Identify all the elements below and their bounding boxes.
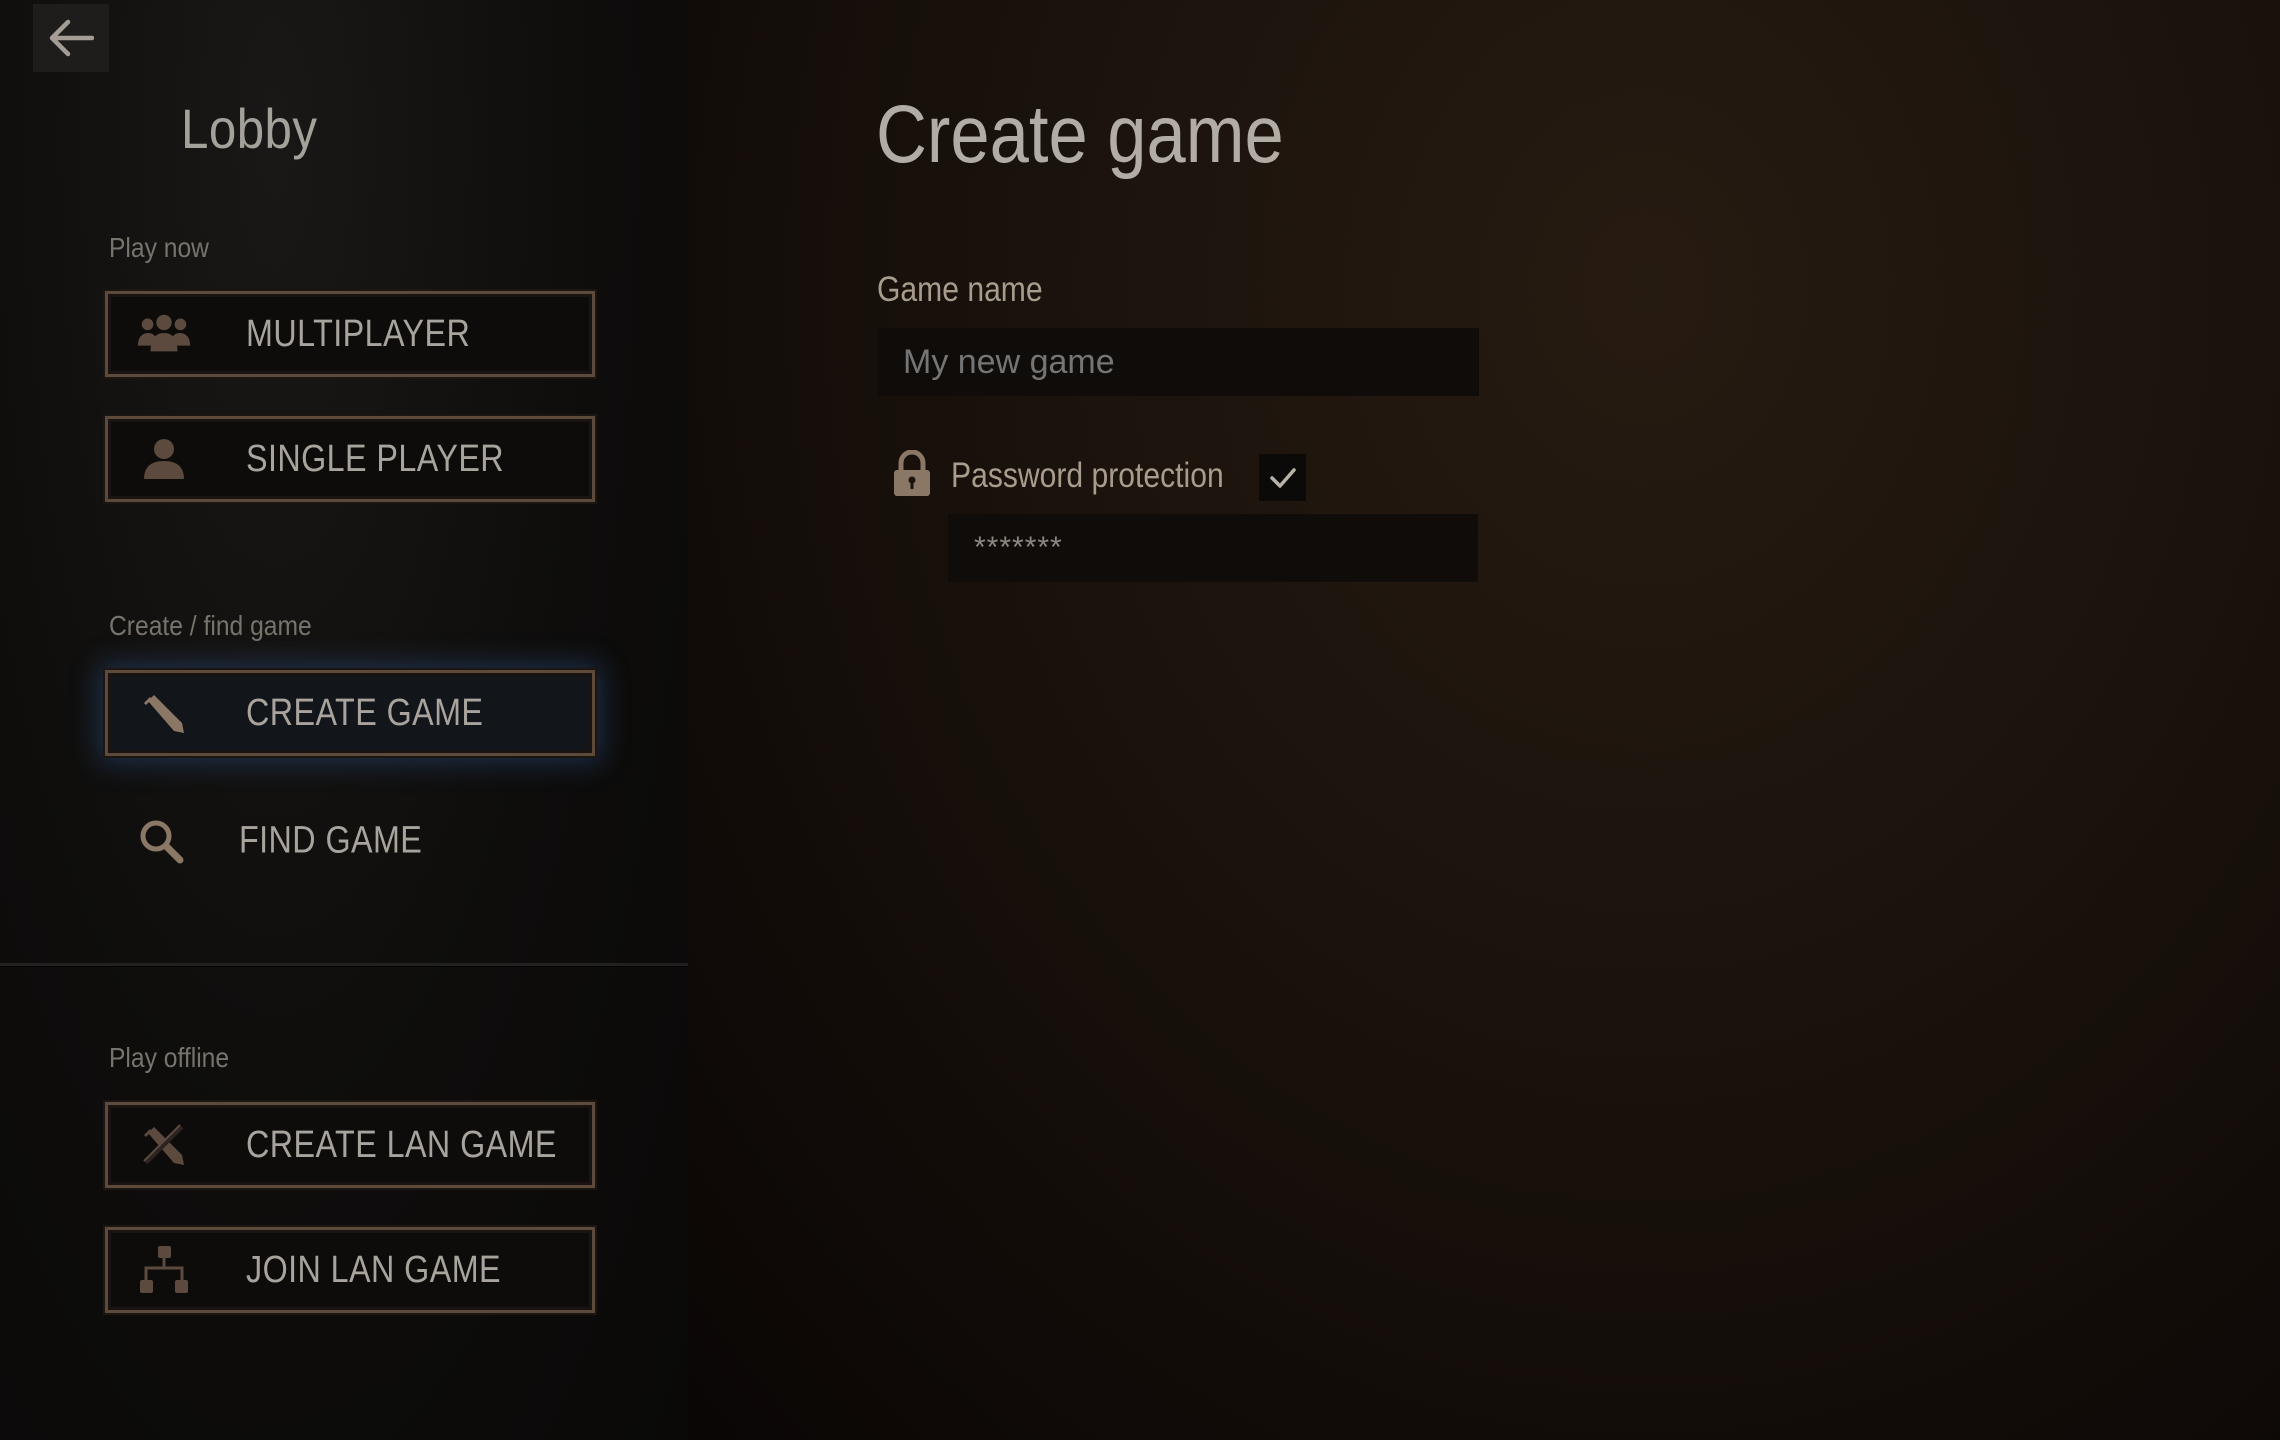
create-game-label: CREATE GAME: [246, 691, 484, 734]
create-game-button[interactable]: CREATE GAME: [105, 670, 595, 756]
game-name-input[interactable]: [877, 328, 1479, 396]
network-icon: [136, 1242, 192, 1298]
find-game-button[interactable]: FIND GAME: [105, 798, 595, 884]
arrow-left-icon: [49, 19, 94, 57]
search-icon: [133, 813, 189, 869]
sidebar-divider: [0, 963, 688, 967]
pencil-crossed-icon: [136, 1117, 192, 1173]
pencil-icon: [136, 685, 192, 741]
lobby-title: Lobby: [181, 97, 318, 160]
back-button[interactable]: [33, 4, 109, 72]
lock-icon: [894, 450, 930, 496]
lobby-sidebar: Lobby Play now MULTIPLAYER SINGLE PLAYER…: [0, 0, 718, 1440]
single-player-label: SINGLE PLAYER: [246, 437, 505, 480]
checkmark-icon: [1269, 467, 1296, 488]
lobby-screen: Lobby Play now MULTIPLAYER SINGLE PLAYER…: [0, 0, 2280, 1440]
user-icon: [136, 431, 192, 487]
password-protection-label: Password protection: [951, 456, 1224, 495]
page-title: Create game: [876, 89, 1284, 180]
single-player-button[interactable]: SINGLE PLAYER: [105, 416, 595, 502]
password-protection-checkbox[interactable]: [1259, 454, 1306, 501]
section-label-play-offline: Play offline: [109, 1042, 230, 1073]
find-game-label: FIND GAME: [239, 819, 423, 862]
join-lan-game-label: JOIN LAN GAME: [246, 1248, 501, 1291]
users-icon: [136, 306, 192, 362]
create-game-panel: [688, 0, 2280, 1440]
game-name-label: Game name: [877, 270, 1043, 309]
multiplayer-label: MULTIPLAYER: [246, 312, 471, 355]
section-label-create-find: Create / find game: [109, 610, 312, 641]
create-lan-game-label: CREATE LAN GAME: [246, 1123, 557, 1166]
multiplayer-button[interactable]: MULTIPLAYER: [105, 291, 595, 377]
password-input[interactable]: [948, 514, 1478, 582]
join-lan-game-button[interactable]: JOIN LAN GAME: [105, 1227, 595, 1313]
section-label-play-now: Play now: [109, 232, 209, 263]
create-lan-game-button[interactable]: CREATE LAN GAME: [105, 1102, 595, 1188]
